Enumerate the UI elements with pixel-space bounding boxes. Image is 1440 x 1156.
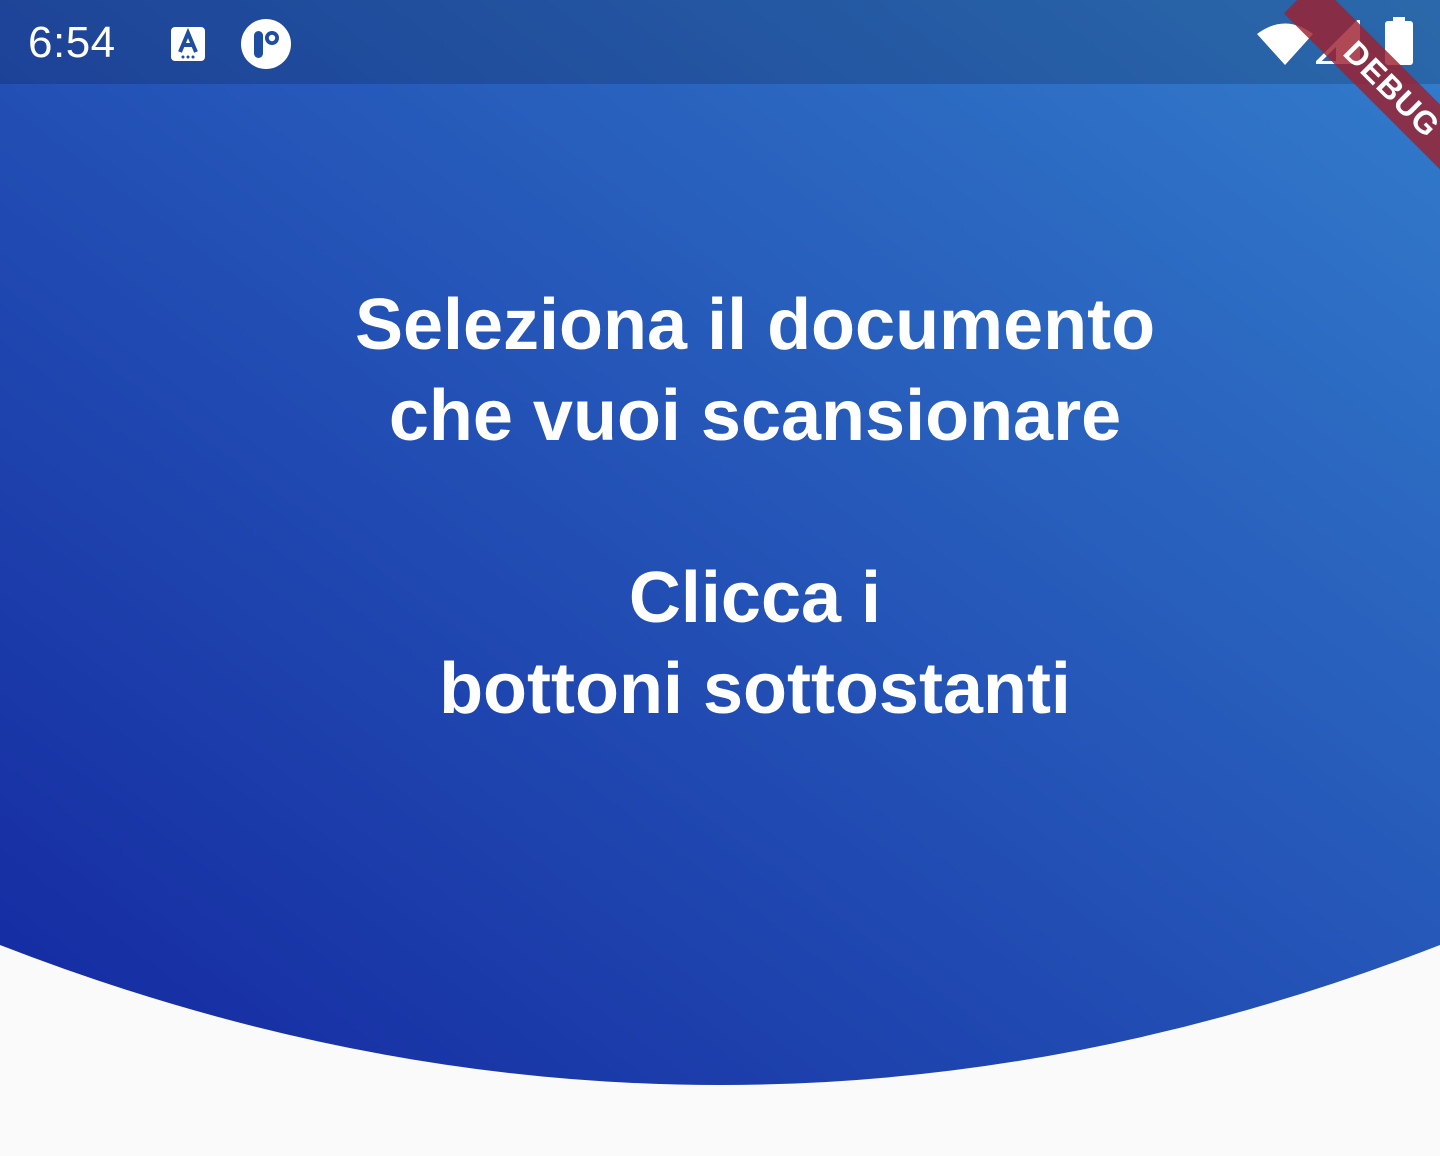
text-accessibility-icon (171, 27, 205, 61)
instruction-line-1: Seleziona il documento (354, 285, 1156, 365)
line-spacer (0, 462, 1440, 553)
instruction-line-4: bottoni sottostanti (439, 649, 1071, 729)
status-bar: 6:54 (0, 0, 1440, 84)
status-time: 6:54 (28, 18, 116, 67)
app-notification-icon (241, 19, 291, 69)
instruction-line-3: Clicca i (628, 558, 882, 638)
instruction-line-2: che vuoi scansionare (388, 376, 1122, 456)
instruction-text: Seleziona il documento che vuoi scansion… (0, 280, 1440, 735)
app-screen: 6:54 Seleziona il documento che vuoi sca… (0, 0, 1440, 1156)
